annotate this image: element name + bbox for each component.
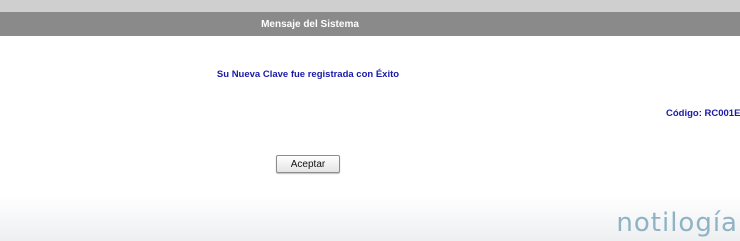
accept-button[interactable]: Aceptar <box>276 155 340 173</box>
message-code: Código: RC001E <box>666 108 740 119</box>
success-message: Su Nueva Clave fue registrada con Éxito <box>216 69 400 80</box>
dialog-title-bar: Mensaje del Sistema <box>0 12 740 36</box>
top-border-strip <box>0 0 740 12</box>
dialog-title: Mensaje del Sistema <box>261 18 359 30</box>
watermark-logo: notilogía <box>616 208 738 238</box>
